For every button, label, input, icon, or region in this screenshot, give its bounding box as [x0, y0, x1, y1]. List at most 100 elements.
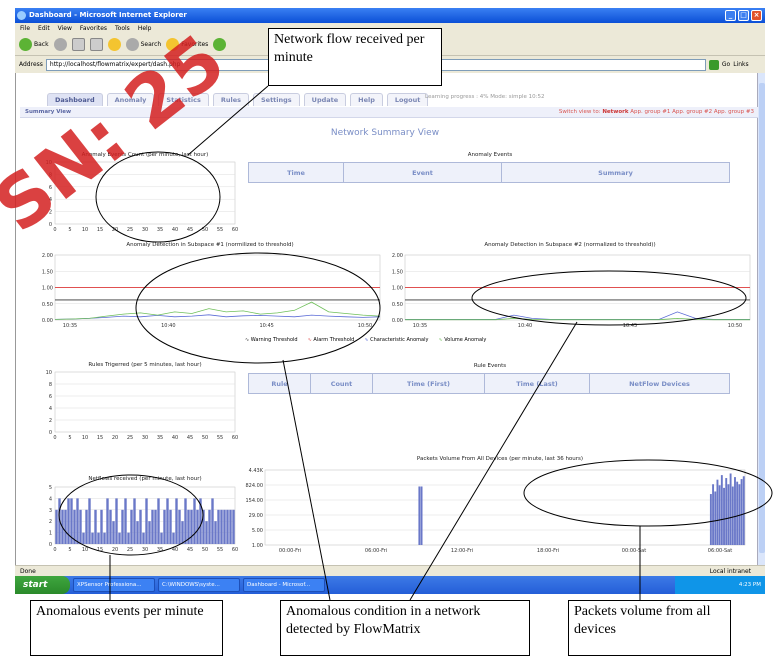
chart-1-series-line — [54, 314, 381, 320]
netflow-bar — [214, 521, 217, 544]
packets-bar — [731, 486, 734, 545]
netflow-bar — [157, 498, 160, 544]
chart-0-xtick: 25 — [127, 227, 133, 233]
chart-0-xtick: 50 — [202, 227, 208, 233]
netflow-bar — [178, 509, 181, 544]
chart-4-ytick: 2 — [49, 519, 52, 525]
chart-3-xtick: 45 — [187, 435, 193, 441]
chart-2-ytick: 0.00 — [392, 318, 403, 324]
packets-bar — [716, 479, 719, 545]
charts-svg: 02468100 5 10 15 20 25 30 35 40 45 50 55 6002468100 5… — [42, 160, 751, 554]
netflow-bar — [229, 509, 232, 544]
chart-0-xtick: 30 — [142, 227, 148, 233]
chart-3-xtick: 5 — [68, 435, 71, 441]
chart-5-xtick: 00:00-Fri — [279, 548, 301, 554]
chart-2-ytick: 2.00 — [392, 253, 403, 259]
chart-2-xtick: 10:50 — [728, 323, 742, 329]
chart-3-xtick: 25 — [127, 435, 133, 441]
netflow-bar — [115, 498, 118, 544]
netflow-bar — [91, 532, 94, 544]
netflow-bar — [226, 509, 229, 544]
chart-4-ytick: 4 — [49, 496, 52, 502]
netflow-bar — [154, 509, 157, 544]
task-xpsensor[interactable]: XPSensor Professiona... — [73, 578, 155, 592]
chart-3-ytick: 4 — [49, 406, 52, 412]
netflow-bar — [55, 509, 58, 544]
chart-3-xtick: 20 — [112, 435, 118, 441]
netflow-bar — [130, 509, 133, 544]
chart-1-ytick: 2.00 — [42, 253, 53, 259]
netflow-bar — [100, 509, 103, 544]
task-cmd[interactable]: C:\WINDOWS\syste... — [158, 578, 240, 592]
netflow-bar — [121, 509, 124, 544]
chart-3-xtick: 60 — [232, 435, 238, 441]
chart-5-xtick: 18:00-Fri — [537, 548, 559, 554]
chart-0-ytick: 4 — [49, 197, 52, 203]
chart-4-frame — [54, 486, 236, 545]
packets-bar — [718, 485, 721, 545]
netflow-bar — [169, 509, 172, 544]
callout-anomalous-events: Anomalous events per minute — [30, 600, 223, 656]
netflow-bar — [232, 509, 235, 544]
chart-1-ytick: 1.50 — [42, 269, 53, 275]
chart-3-ytick: 10 — [46, 370, 52, 376]
netflow-bar — [64, 509, 67, 544]
netflow-bar — [187, 509, 190, 544]
chart-4-xtick: 20 — [112, 547, 118, 553]
chart-1-xtick: 10:35 — [63, 323, 77, 329]
netflow-bar — [202, 509, 205, 544]
chart-2-xtick: 10:35 — [413, 323, 427, 329]
netflow-bar — [136, 521, 139, 544]
chart-3-ytick: 0 — [49, 430, 52, 436]
netflow-bar — [166, 498, 169, 544]
packets-bar — [742, 476, 745, 545]
chart-0-ytick: 8 — [49, 172, 52, 178]
status-text: Done — [20, 568, 36, 575]
chart-0-xtick: 5 — [68, 227, 71, 233]
chart-2-xtick: 10:45 — [623, 323, 637, 329]
netflow-bar — [61, 509, 64, 544]
netflow-bar — [85, 509, 88, 544]
packets-bar — [725, 478, 728, 545]
netflow-bar — [223, 509, 226, 544]
netflow-bar — [160, 532, 163, 544]
netflow-bar — [118, 532, 121, 544]
task-dashboard[interactable]: Dashboard - Microsof... — [243, 578, 325, 592]
chart-4-xtick: 45 — [187, 547, 193, 553]
chart-1-ytick: 0.00 — [42, 318, 53, 324]
chart-3-ytick: 6 — [49, 394, 52, 400]
packets-bar — [712, 484, 715, 545]
chart-5-xtick: 00:00-Sat — [622, 548, 646, 554]
chart-0-ytick: 2 — [49, 210, 52, 216]
start-button[interactable]: start — [15, 576, 70, 594]
netflow-bar — [106, 498, 109, 544]
chart-5-ytick: 154.00 — [246, 498, 264, 504]
chart-4-xtick: 35 — [157, 547, 163, 553]
netflow-bar — [163, 509, 166, 544]
chart-4-ytick: 0 — [49, 542, 52, 548]
chart-4-xtick: 30 — [142, 547, 148, 553]
netflow-bar — [151, 509, 154, 544]
packets-bar — [729, 473, 732, 545]
netflow-bar — [205, 521, 208, 544]
chart-4-xtick: 15 — [97, 547, 103, 553]
netflow-bar — [181, 521, 184, 544]
chart-5-ytick: 4.43K — [249, 468, 264, 474]
chart-4-ytick: 5 — [49, 485, 52, 491]
chart-0-xtick: 40 — [172, 227, 178, 233]
netflow-bar — [184, 498, 187, 544]
netflow-bar — [94, 509, 97, 544]
chart-3-frame — [54, 371, 236, 433]
netflow-bar — [175, 498, 178, 544]
chart-1-ytick: 1.00 — [42, 286, 53, 292]
chart-5-ytick: 5.00 — [252, 528, 263, 534]
chart-5-frame — [264, 469, 746, 546]
chart-5-ytick: 1.00 — [252, 543, 263, 549]
netflow-bar — [139, 509, 142, 544]
chart-2-ytick: 0.50 — [392, 302, 403, 308]
chart-0-ytick: 10 — [46, 160, 52, 166]
chart-2-ytick: 1.00 — [392, 286, 403, 292]
chart-4-xtick: 55 — [217, 547, 223, 553]
chart-3-xtick: 50 — [202, 435, 208, 441]
callout-anomalous-condition: Anomalous condition in a network detecte… — [280, 600, 530, 656]
